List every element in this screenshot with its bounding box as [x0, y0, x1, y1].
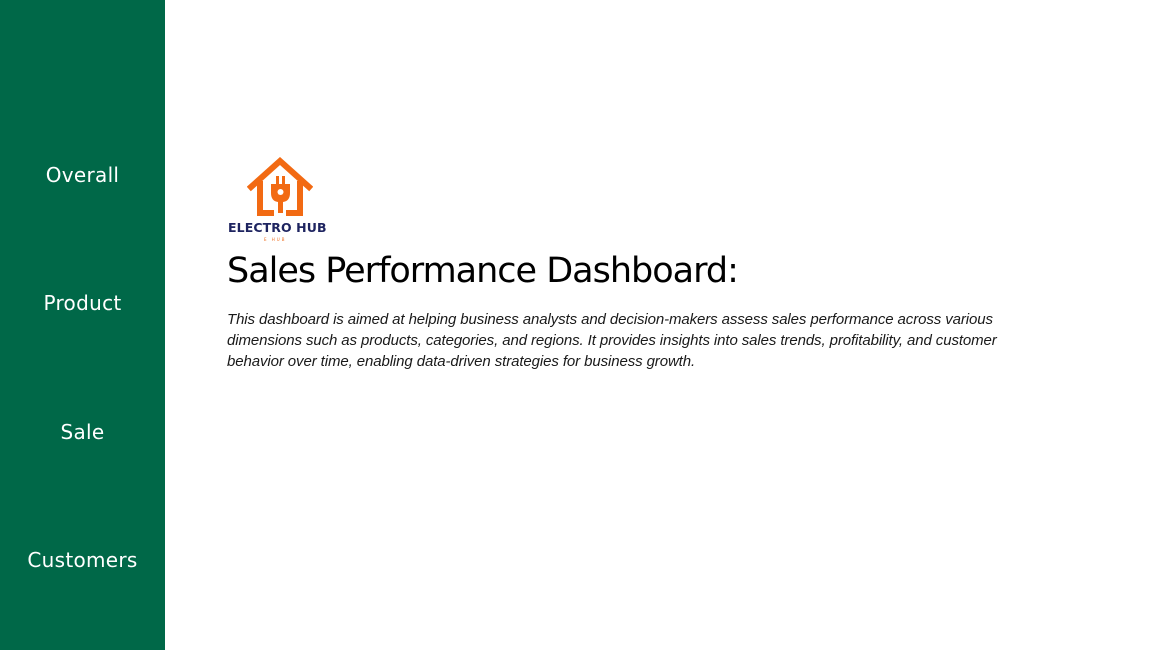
- dashboard-description: This dashboard is aimed at helping busin…: [227, 311, 997, 370]
- nav-item-customers[interactable]: Customers: [0, 547, 165, 573]
- nav-item-product[interactable]: Product: [0, 290, 165, 316]
- dashboard-page: Overall Product Sale Customers ELECTRO H…: [0, 0, 1174, 672]
- page-title: Sales Performance Dashboard:: [227, 251, 739, 291]
- electro-hub-logo: ELECTRO HUB E HUB: [227, 155, 337, 245]
- nav-item-overall[interactable]: Overall: [0, 162, 165, 188]
- logo-brand-name: ELECTRO HUB: [228, 220, 327, 235]
- sidebar-nav: Overall Product Sale Customers: [0, 0, 165, 650]
- house-plug-icon: [247, 157, 313, 216]
- logo-tagline: E HUB: [264, 237, 287, 242]
- nav-item-sale[interactable]: Sale: [0, 419, 165, 445]
